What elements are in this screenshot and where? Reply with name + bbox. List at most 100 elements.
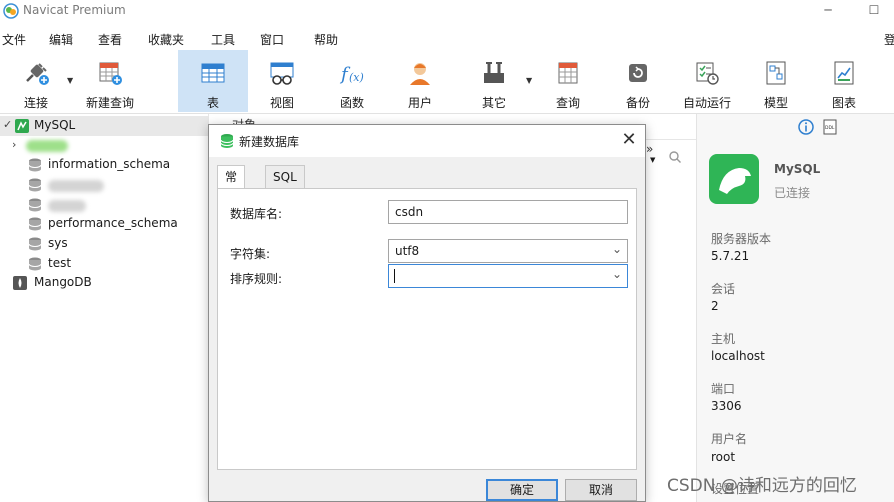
tree-db-performance-schema[interactable]: performance_schema [0, 214, 208, 234]
username-label: 用户名 [711, 432, 748, 446]
menu-bar: 文件 编辑 查看 收藏夹 工具 窗口 帮助 登 [0, 28, 894, 48]
menu-tools[interactable]: 工具 [211, 31, 235, 48]
sessions-label: 会话 [711, 282, 736, 296]
menu-login-fragment[interactable]: 登 [884, 31, 894, 48]
menu-file[interactable]: 文件 [2, 31, 26, 48]
svg-text:DDL: DDL [825, 125, 835, 131]
autorun-icon [696, 62, 719, 85]
ddl-icon[interactable]: DDL [823, 119, 837, 135]
more-tools-button[interactable]: » [646, 142, 653, 156]
menu-help[interactable]: 帮助 [314, 31, 338, 48]
tab-sql-preview[interactable]: SQL 预览 [265, 165, 305, 228]
new-query-icon [99, 62, 122, 85]
backup-button[interactable]: 备份 [610, 50, 666, 112]
tree-db-information-schema[interactable]: information_schema [0, 155, 208, 175]
user-button[interactable]: 用户 [392, 50, 448, 112]
tree-db-label: sys [48, 236, 68, 250]
charset-value: utf8 [395, 244, 420, 258]
function-button[interactable]: f (x) 函数 [324, 50, 380, 112]
model-label: 模型 [763, 96, 788, 110]
server-version-label: 服务器版本 [711, 232, 772, 246]
expand-icon[interactable]: › [12, 138, 16, 151]
autorun-button[interactable]: 自动运行 [678, 50, 736, 112]
chevron-down-icon[interactable]: ⌄ [612, 242, 622, 256]
tools-icon [484, 62, 504, 83]
menu-favorites[interactable]: 收藏夹 [148, 31, 184, 48]
model-button[interactable]: 模型 [748, 50, 804, 112]
autorun-label: 自动运行 [682, 96, 731, 110]
other-dropdown-icon[interactable]: ▼ [526, 76, 532, 85]
mysql-logo-icon [709, 154, 759, 204]
query-button[interactable]: 查询 [540, 50, 596, 112]
tree-db-redacted-1[interactable]: › [0, 136, 208, 156]
menu-view[interactable]: 查看 [98, 31, 122, 48]
port-label: 端口 [711, 382, 736, 396]
redacted-db-name [26, 140, 68, 152]
dialog-titlebar: 新建数据库 ✕ [209, 125, 645, 157]
database-icon [28, 158, 42, 172]
host-label: 主机 [711, 332, 736, 346]
maximize-button[interactable]: ☐ [866, 2, 882, 18]
ok-button[interactable]: 确定 [486, 479, 558, 501]
port-value: 3306 [711, 399, 742, 413]
db-name-input[interactable]: csdn [388, 200, 628, 224]
view-label: 视图 [269, 96, 294, 110]
table-button[interactable]: 表 [178, 50, 248, 112]
database-icon [28, 178, 42, 192]
info-icon[interactable] [798, 119, 814, 135]
connect-label: 连接 [23, 96, 48, 110]
cancel-button[interactable]: 取消 [565, 479, 637, 501]
collation-select[interactable]: ⌄ [388, 264, 628, 288]
new-query-button[interactable]: 新建查询 [82, 50, 138, 112]
server-version-value: 5.7.21 [711, 249, 750, 263]
tree-connection-mongodb[interactable]: MangoDB [0, 273, 208, 293]
table-label: 表 [206, 96, 219, 110]
collation-label: 排序规则: [230, 272, 283, 286]
view-icon [270, 62, 294, 85]
charset-select[interactable]: utf8 ⌄ [388, 239, 628, 263]
tree-db-sys[interactable]: sys [0, 234, 208, 254]
mysql-connection-icon [15, 119, 29, 133]
info-panel: DDL MySQL 已连接 服务器版本 5.7.21 会话 2 主机 local… [696, 114, 894, 502]
chart-button[interactable]: 图表 [816, 50, 872, 112]
plug-icon [26, 63, 49, 85]
menu-edit[interactable]: 编辑 [49, 31, 73, 48]
more-dropdown-icon[interactable]: ▼ [650, 156, 655, 164]
menu-window[interactable]: 窗口 [260, 31, 284, 48]
username-value: root [711, 450, 736, 464]
view-button[interactable]: 视图 [254, 50, 310, 112]
charset-label: 字符集: [230, 247, 271, 261]
general-tab-panel: 数据库名: csdn 字符集: utf8 ⌄ 排序规则: ⌄ [217, 188, 637, 470]
database-add-icon [220, 134, 234, 148]
tab-general[interactable]: 常规 [217, 165, 246, 206]
main-toolbar: 连接 ▼ 新建查询 表 视图 f (x) 函数 用户 其它 ▼ 查询 备份 自动… [0, 50, 894, 114]
collapse-icon[interactable]: ✓ [3, 118, 12, 131]
close-icon[interactable]: ✕ [619, 129, 639, 150]
tree-db-redacted-3[interactable] [0, 195, 208, 215]
backup-label: 备份 [625, 96, 650, 110]
connect-dropdown-icon[interactable]: ▼ [67, 76, 73, 85]
tree-connection-mysql[interactable]: ✓ MySQL [0, 116, 208, 136]
mongodb-connection-icon [13, 276, 27, 290]
connect-button[interactable]: 连接 ▼ [6, 50, 73, 112]
sessions-value: 2 [711, 299, 719, 313]
redacted-db-name [48, 180, 104, 192]
window-title: Navicat Premium [23, 3, 126, 17]
svg-text:(x): (x) [349, 71, 364, 84]
database-icon [28, 217, 42, 231]
model-icon [766, 61, 786, 85]
search-icon[interactable] [668, 150, 682, 164]
database-icon [28, 237, 42, 251]
tree-db-redacted-2[interactable] [0, 175, 208, 195]
new-query-label: 新建查询 [85, 96, 134, 110]
tree-connection-label: MySQL [34, 118, 76, 132]
chevron-down-icon[interactable]: ⌄ [612, 267, 622, 281]
function-icon: f (x) [339, 64, 364, 85]
watermark: CSDN @诗和远方的回忆 [667, 476, 857, 496]
tree-db-label: test [48, 256, 72, 270]
tree-db-test[interactable]: test [0, 254, 208, 274]
backup-icon [629, 64, 647, 82]
database-icon [28, 257, 42, 271]
other-button[interactable]: 其它 ▼ [466, 50, 532, 112]
minimize-button[interactable]: ─ [820, 2, 836, 18]
